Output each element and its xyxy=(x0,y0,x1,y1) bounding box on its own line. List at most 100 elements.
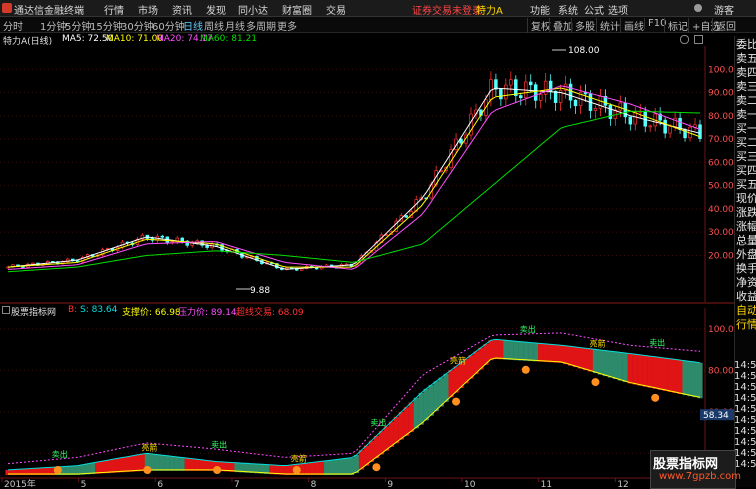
bear-bar xyxy=(423,388,429,421)
sidebar-item-0[interactable]: 委比 xyxy=(736,38,756,51)
menu-jiaoyi[interactable]: 交易 xyxy=(326,2,346,17)
toolbar-huaxian[interactable]: 画线 xyxy=(620,18,644,33)
time-column: 14:5614:5614:5614:5614:5614:5614:5614:56… xyxy=(734,360,756,470)
menu-hangqing[interactable]: 行情 xyxy=(104,2,124,17)
sidebar-item-1[interactable]: 卖五 xyxy=(736,52,756,65)
bull-bar xyxy=(647,356,653,388)
sidebar-item-4[interactable]: 卖二 xyxy=(736,94,756,107)
toolbar-biaoji[interactable]: 标记 xyxy=(664,18,688,33)
period-multi[interactable]: 多周期 xyxy=(246,18,276,33)
bear-bar xyxy=(682,360,688,396)
bull-bar xyxy=(99,461,106,474)
sidebar-item-15[interactable]: 外盘 xyxy=(736,248,756,261)
bull-bar xyxy=(199,459,205,471)
bull-bar xyxy=(538,343,544,362)
sidebar-item-2[interactable]: 卖四 xyxy=(736,66,756,79)
sidebar-item-11[interactable]: 现价 xyxy=(736,192,756,205)
bull-bar xyxy=(453,366,459,393)
candle-body xyxy=(499,88,503,100)
sidebar-item-16[interactable]: 换手 xyxy=(736,262,756,275)
period-1min[interactable]: 1分钟 xyxy=(40,18,66,33)
period-60min[interactable]: 60分钟 xyxy=(152,18,185,33)
bear-bar xyxy=(533,343,539,362)
menu-faxian[interactable]: 发现 xyxy=(206,2,226,17)
toolbar-tongji[interactable]: 统计 xyxy=(596,18,620,33)
period-week[interactable]: 周线 xyxy=(204,18,224,33)
bear-bar xyxy=(343,458,350,475)
sidebar-item-7[interactable]: 买二 xyxy=(736,136,756,149)
bear-bar xyxy=(523,342,529,361)
toolbar-fuquan[interactable]: 复权 xyxy=(527,18,551,33)
bull-bar xyxy=(548,344,554,363)
bull-bar xyxy=(458,362,464,388)
sidebar-item-6[interactable]: 买一 xyxy=(736,122,756,135)
login-warning[interactable]: 证券交易未登录 xyxy=(412,2,482,17)
bear-bar xyxy=(438,377,444,407)
sub-tick-label: 80.00 xyxy=(708,366,734,376)
menu-zixun[interactable]: 资讯 xyxy=(172,2,192,17)
settings-dot-icon[interactable] xyxy=(680,35,689,44)
indicator-band: 超线交易: 68.09 xyxy=(236,308,304,318)
candle-body xyxy=(628,116,633,125)
sidebar-item-19[interactable]: 自动 xyxy=(736,304,756,317)
sell-mark-label: 卖出 xyxy=(52,449,68,459)
sidebar-item-20[interactable]: 行情 xyxy=(736,318,756,331)
bear-bar xyxy=(687,361,693,397)
toolbar-diejia[interactable]: 叠加 xyxy=(549,18,573,33)
period-day[interactable]: 日线 xyxy=(183,18,203,33)
menu-shichang[interactable]: 市场 xyxy=(138,2,158,17)
user-label[interactable]: 游客 xyxy=(714,2,734,17)
menu-gongneng[interactable]: 功能 xyxy=(530,2,550,17)
time-cell: 14:56 xyxy=(734,382,756,393)
bull-bar xyxy=(189,458,195,471)
indicator-icon[interactable] xyxy=(2,306,10,314)
bear-bar xyxy=(85,463,91,475)
date-tick-label: 11 xyxy=(541,480,552,487)
bear-bar xyxy=(597,350,604,375)
menu-xuanxiang[interactable]: 选项 xyxy=(608,2,628,17)
sidebar-item-13[interactable]: 涨幅 xyxy=(736,220,756,233)
sidebar-item-10[interactable]: 买五 xyxy=(736,178,756,191)
bull-bar xyxy=(667,358,673,392)
menu-xitong[interactable]: 系统 xyxy=(558,2,578,17)
bear-bar xyxy=(179,457,185,471)
indicator-title[interactable]: 股票指标网 xyxy=(11,305,56,318)
period-30min[interactable]: 30分钟 xyxy=(121,18,154,33)
menu-caifuquan[interactable]: 财富圈 xyxy=(282,2,312,17)
period-5min[interactable]: 5分钟 xyxy=(65,18,91,33)
bull-bar xyxy=(577,347,584,369)
sidebar-item-3[interactable]: 卖三 xyxy=(736,80,756,93)
candle-body xyxy=(528,81,533,86)
bear-bar xyxy=(413,397,419,429)
sidebar-item-18[interactable]: 收益 xyxy=(736,290,756,303)
sidebar-item-9[interactable]: 买四 xyxy=(736,164,756,177)
period-month[interactable]: 月线 xyxy=(225,18,245,33)
sidebar-item-14[interactable]: 总量 xyxy=(736,234,756,247)
sidebar-item-17[interactable]: 净资 xyxy=(736,276,756,289)
sidebar-item-8[interactable]: 买三 xyxy=(736,150,756,163)
menu-gongshi[interactable]: 公式 xyxy=(584,2,604,17)
menu-tongxiaoda[interactable]: 同小达 xyxy=(238,2,268,17)
buy-coin-icon xyxy=(452,397,461,406)
bear-bar xyxy=(503,340,509,360)
period-more[interactable]: 更多 xyxy=(277,18,297,33)
bull-bar xyxy=(393,416,399,444)
bear-bar xyxy=(513,341,519,361)
buy-coin-icon xyxy=(372,463,381,472)
current-stock: 特力A xyxy=(476,6,503,17)
toolbar-duogu[interactable]: 多股 xyxy=(571,18,595,33)
sidebar-item-12[interactable]: 涨跌 xyxy=(736,206,756,219)
candle-body xyxy=(519,95,523,98)
period-toolbar: 分时 1分钟 5分钟 15分钟 30分钟 60分钟 日线 周线 月线 多周期 更… xyxy=(0,17,756,33)
bear-bar xyxy=(418,392,424,425)
expand-icon[interactable] xyxy=(694,35,703,44)
period-15min[interactable]: 15分钟 xyxy=(90,18,123,33)
period-fenshi[interactable]: 分时 xyxy=(3,18,23,33)
toolbar-fanhui[interactable]: 返回 xyxy=(712,18,736,33)
bull-bar xyxy=(662,358,668,391)
bear-bar xyxy=(164,455,170,471)
bear-bar xyxy=(697,362,703,399)
sidebar-item-5[interactable]: 卖一 xyxy=(736,108,756,121)
bull-bar xyxy=(553,344,559,363)
bull-bar xyxy=(558,345,564,363)
